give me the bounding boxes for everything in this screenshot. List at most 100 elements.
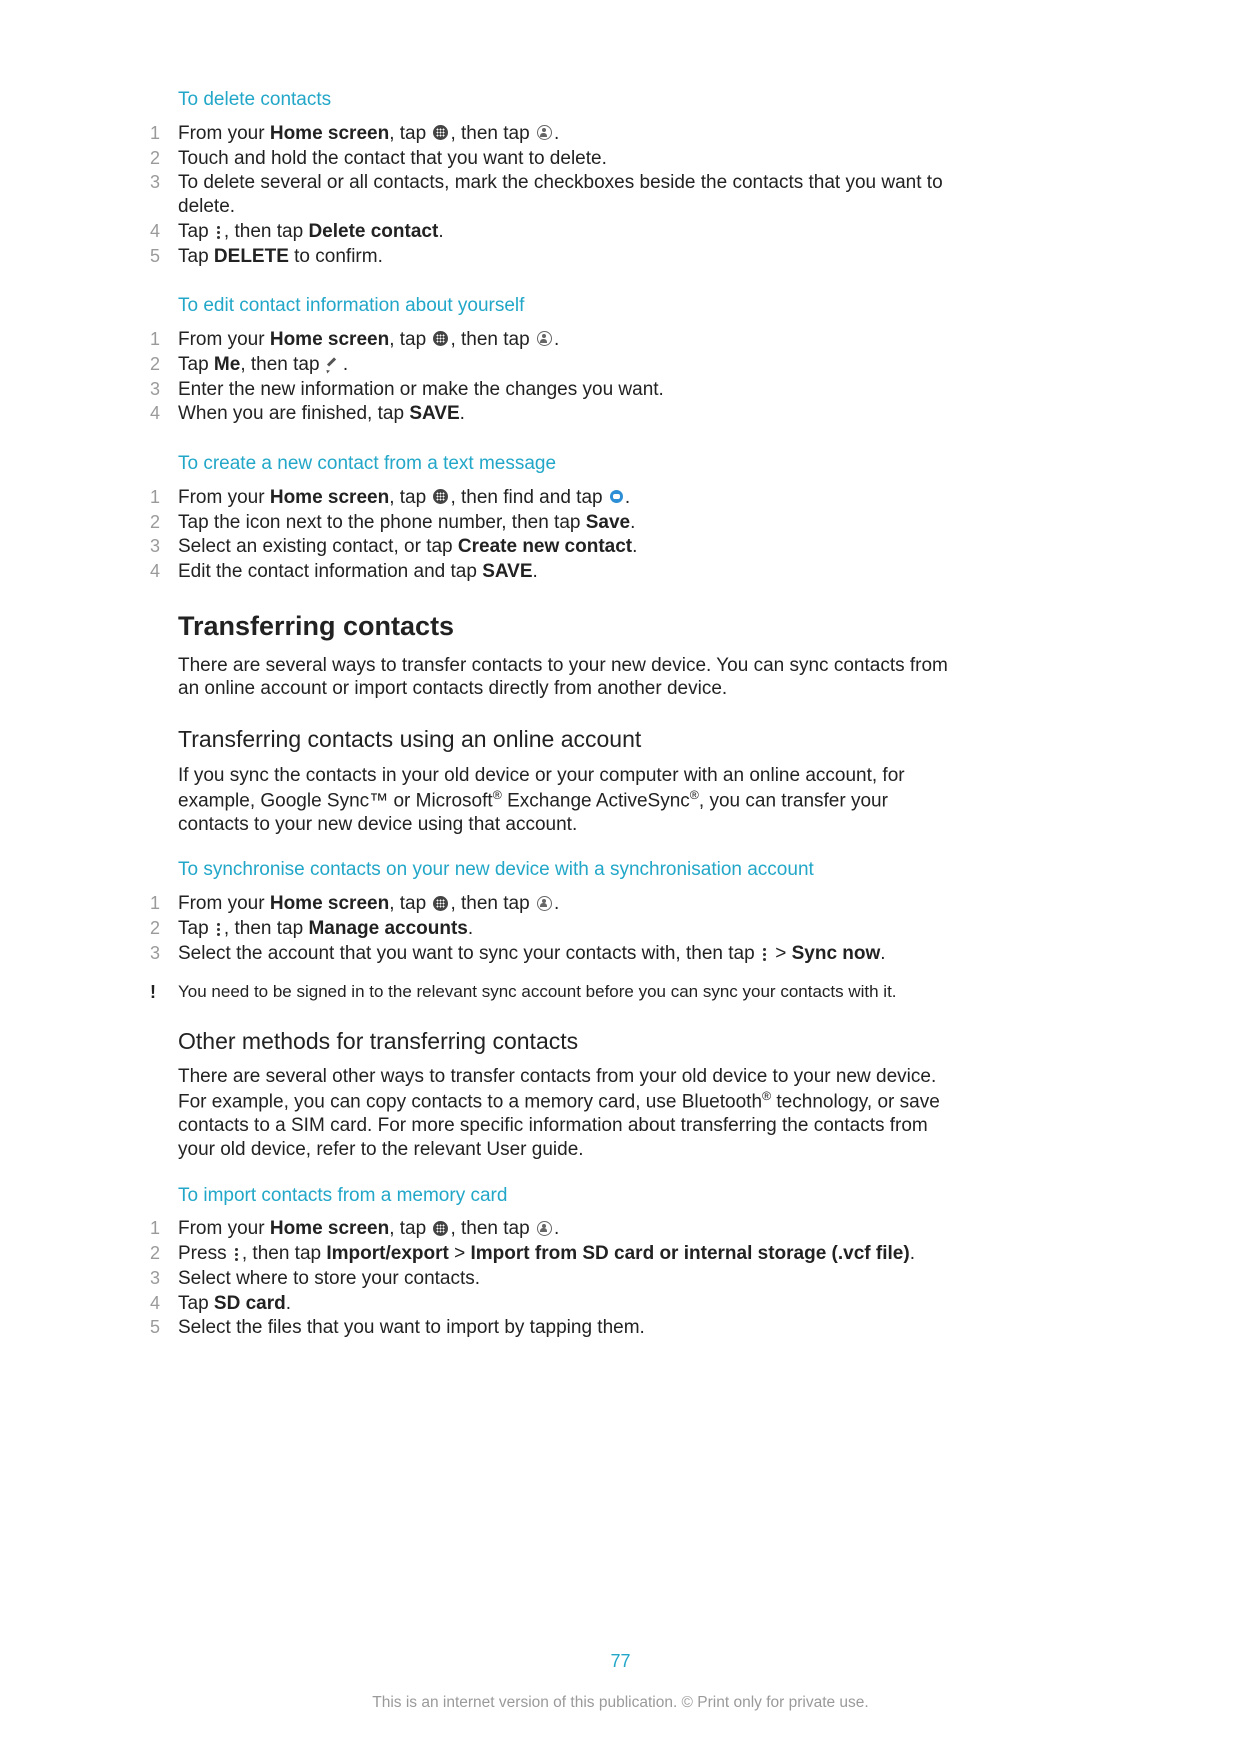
- step: 1 From your Home screen, tap , then find…: [178, 486, 958, 510]
- step: 2 Touch and hold the contact that you wa…: [178, 147, 958, 171]
- step-text: Select the files that you want to import…: [178, 1316, 958, 1340]
- steps-edit-self: 1 From your Home screen, tap , then tap …: [178, 328, 958, 426]
- heading-online-account: Transferring contacts using an online ac…: [178, 725, 958, 754]
- step: 4 Tap SD card.: [178, 1292, 958, 1316]
- apps-icon: [433, 125, 448, 140]
- step-number: 1: [150, 486, 178, 509]
- step-text: From your Home screen, tap , then tap .: [178, 328, 958, 352]
- step-text: Edit the contact information and tap SAV…: [178, 560, 958, 584]
- steps-create-from-msg: 1 From your Home screen, tap , then find…: [178, 486, 958, 584]
- step-number: 2: [150, 917, 178, 940]
- step-number: 1: [150, 328, 178, 351]
- section-title-import-memory-card: To import contacts from a memory card: [178, 1184, 958, 1208]
- step-text: Tap Me, then tap .: [178, 353, 958, 377]
- step-number: 1: [150, 892, 178, 915]
- step-number: 3: [150, 942, 178, 965]
- paragraph: If you sync the contacts in your old dev…: [178, 764, 958, 837]
- section-title-delete-contacts: To delete contacts: [178, 88, 958, 112]
- step-text: When you are finished, tap SAVE.: [178, 402, 958, 426]
- step-text: Tap SD card.: [178, 1292, 958, 1316]
- note: ! You need to be signed in to the releva…: [178, 981, 958, 1002]
- step: 5 Select the files that you want to impo…: [178, 1316, 958, 1340]
- paragraph: There are several other ways to transfer…: [178, 1065, 958, 1161]
- step-text: From your Home screen, tap , then tap .: [178, 122, 958, 146]
- step-text: To delete several or all contacts, mark …: [178, 171, 958, 219]
- step: 1 From your Home screen, tap , then tap …: [178, 122, 958, 146]
- step-number: 3: [150, 171, 178, 194]
- contacts-icon: [537, 331, 552, 346]
- step-number: 2: [150, 511, 178, 534]
- step: 2 Tap Me, then tap .: [178, 353, 958, 377]
- note-text: You need to be signed in to the relevant…: [178, 981, 958, 1002]
- step: 3 To delete several or all contacts, mar…: [178, 171, 958, 219]
- step-text: From your Home screen, tap , then find a…: [178, 486, 958, 510]
- apps-icon: [433, 331, 448, 346]
- step-text: Tap DELETE to confirm.: [178, 245, 958, 269]
- apps-icon: [433, 896, 448, 911]
- step-number: 4: [150, 402, 178, 425]
- step-number: 4: [150, 1292, 178, 1315]
- step: 1 From your Home screen, tap , then tap …: [178, 1217, 958, 1241]
- step-number: 4: [150, 560, 178, 583]
- edit-icon: [327, 358, 341, 372]
- step-number: 2: [150, 147, 178, 170]
- step-number: 3: [150, 535, 178, 558]
- contacts-icon: [537, 896, 552, 911]
- step: 1 From your Home screen, tap , then tap …: [178, 328, 958, 352]
- step-text: Select the account that you want to sync…: [178, 942, 958, 966]
- paragraph: There are several ways to transfer conta…: [178, 654, 958, 702]
- step-text: Select where to store your contacts.: [178, 1267, 958, 1291]
- heading-transferring-contacts: Transferring contacts: [178, 610, 958, 644]
- step-number: 5: [150, 1316, 178, 1339]
- step-text: Select an existing contact, or tap Creat…: [178, 535, 958, 559]
- heading-other-methods: Other methods for transferring contacts: [178, 1027, 958, 1056]
- step-number: 3: [150, 1267, 178, 1290]
- step-number: 1: [150, 1217, 178, 1240]
- page-number: 77: [0, 1650, 1241, 1673]
- step-number: 3: [150, 378, 178, 401]
- page-content: To delete contacts 1 From your Home scre…: [178, 88, 958, 1366]
- footer-text: This is an internet version of this publ…: [0, 1693, 1241, 1712]
- step-number: 1: [150, 122, 178, 145]
- step-number: 4: [150, 220, 178, 243]
- apps-icon: [433, 1221, 448, 1236]
- step-number: 2: [150, 1242, 178, 1265]
- apps-icon: [433, 489, 448, 504]
- step: 4 Tap , then tap Delete contact.: [178, 220, 958, 244]
- step-text: Tap the icon next to the phone number, t…: [178, 511, 958, 535]
- overflow-icon: [216, 923, 222, 937]
- overflow-icon: [234, 1248, 240, 1262]
- contacts-icon: [537, 125, 552, 140]
- step-text: Tap , then tap Manage accounts.: [178, 917, 958, 941]
- steps-delete-contacts: 1 From your Home screen, tap , then tap …: [178, 122, 958, 269]
- section-title-create-from-msg: To create a new contact from a text mess…: [178, 452, 958, 476]
- step: 4 When you are finished, tap SAVE.: [178, 402, 958, 426]
- step-text: Enter the new information or make the ch…: [178, 378, 958, 402]
- overflow-icon: [762, 948, 768, 962]
- step: 1 From your Home screen, tap , then tap …: [178, 892, 958, 916]
- step-text: From your Home screen, tap , then tap .: [178, 1217, 958, 1241]
- step: 2 Tap , then tap Manage accounts.: [178, 917, 958, 941]
- step: 3 Enter the new information or make the …: [178, 378, 958, 402]
- section-title-sync-account: To synchronise contacts on your new devi…: [178, 858, 958, 882]
- step-number: 2: [150, 353, 178, 376]
- step: 2 Tap the icon next to the phone number,…: [178, 511, 958, 535]
- step-text: Tap , then tap Delete contact.: [178, 220, 958, 244]
- step: 2 Press , then tap Import/export > Impor…: [178, 1242, 958, 1266]
- step-text: Touch and hold the contact that you want…: [178, 147, 958, 171]
- step-text: Press , then tap Import/export > Import …: [178, 1242, 958, 1266]
- step: 3 Select an existing contact, or tap Cre…: [178, 535, 958, 559]
- step-text: From your Home screen, tap , then tap .: [178, 892, 958, 916]
- step: 3 Select where to store your contacts.: [178, 1267, 958, 1291]
- section-title-edit-self: To edit contact information about yourse…: [178, 294, 958, 318]
- important-icon: !: [150, 981, 178, 1001]
- messaging-icon: [610, 490, 623, 503]
- step: 4 Edit the contact information and tap S…: [178, 560, 958, 584]
- overflow-icon: [216, 226, 222, 240]
- step-number: 5: [150, 245, 178, 268]
- step: 5 Tap DELETE to confirm.: [178, 245, 958, 269]
- step: 3 Select the account that you want to sy…: [178, 942, 958, 966]
- steps-sync-account: 1 From your Home screen, tap , then tap …: [178, 892, 958, 965]
- steps-import-memory-card: 1 From your Home screen, tap , then tap …: [178, 1217, 958, 1340]
- contacts-icon: [537, 1221, 552, 1236]
